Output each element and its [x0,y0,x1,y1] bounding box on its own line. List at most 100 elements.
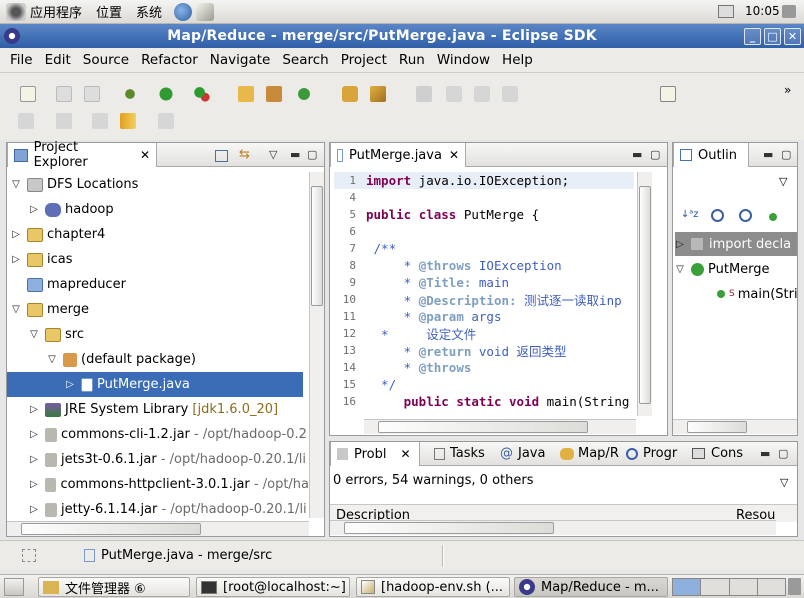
menu-help[interactable]: Help [502,52,533,68]
show-desktop-icon[interactable] [4,578,24,596]
network-tray-icon[interactable] [718,5,734,18]
tab-problems[interactable]: Probl ✕ [330,442,420,466]
minimize-view-icon[interactable]: ▬ [760,447,770,460]
maximize-view-icon[interactable]: ▢ [650,148,660,161]
minimize-window-button[interactable]: _ [744,27,761,45]
close-tab-icon[interactable]: ✕ [140,148,150,162]
run-icon[interactable] [158,86,174,102]
tab-console[interactable]: Cons [692,446,743,461]
scroll-thumb[interactable] [378,421,588,433]
outline-item-method[interactable]: S main(Stri [717,283,799,305]
workspace-1[interactable] [673,579,702,595]
expanded-arrow-icon[interactable]: ▽ [11,179,21,190]
tab-tasks[interactable]: Tasks [434,446,485,461]
menu-file[interactable]: File [10,52,33,68]
collapsed-arrow-icon[interactable]: ▷ [11,254,21,265]
view-menu-icon[interactable]: ▽ [780,476,788,489]
debug-icon[interactable] [122,86,138,102]
tree-item-jar[interactable]: ▷ jets3t-0.6.1.jar - /opt/hadoop-0.20.1/l… [7,447,309,472]
block-select-icon[interactable] [474,86,490,102]
editor-vscrollbar[interactable] [637,172,652,416]
menu-refactor[interactable]: Refactor [141,52,198,68]
tree-item-chapter4[interactable]: ▷ chapter4 [7,222,309,247]
tab-mapreduce[interactable]: Map/R [560,446,619,461]
tab-javadoc[interactable]: @ Java [500,446,545,461]
workspace-2[interactable] [701,579,730,595]
workspace-3[interactable] [729,579,758,595]
open-perspective-icon[interactable] [660,86,676,102]
hide-fields-icon[interactable] [711,209,724,222]
outline-item-imports[interactable]: ▷ import decla [675,232,797,256]
scroll-thumb[interactable] [311,186,323,306]
outline-tab[interactable]: Outlin [673,143,749,167]
last-edit-icon[interactable] [92,113,108,129]
new-java-project-icon[interactable] [238,86,254,102]
browser-launcher-icon[interactable] [174,2,193,21]
collapsed-arrow-icon[interactable]: ▷ [675,239,685,250]
tree-item-putmerge-java[interactable]: ▷ PutMerge.java [7,372,303,397]
gnome-foot-icon[interactable] [6,2,26,21]
project-tree-hscrollbar[interactable] [7,521,309,536]
scroll-thumb[interactable] [687,421,747,433]
menu-project[interactable]: Project [341,52,387,68]
next-annotation-icon[interactable] [18,113,34,129]
tree-item-dfs-locations[interactable]: ▽ DFS Locations [7,172,309,197]
menu-window[interactable]: Window [437,52,490,68]
tree-item-jre-library[interactable]: ▷ JRE System Library [jdk1.6.0_20] [7,397,309,422]
collapsed-arrow-icon[interactable]: ▷ [29,454,39,465]
outline-hscrollbar[interactable] [673,419,797,434]
minimize-view-icon[interactable]: ▬ [763,148,773,161]
expanded-arrow-icon[interactable]: ▽ [47,354,57,365]
tree-item-jar[interactable]: ▷ commons-cli-1.2.jar - /opt/hadoop-0.2 [7,422,309,447]
scroll-thumb[interactable] [21,523,201,535]
editor-tab-putmerge[interactable]: PutMerge.java ✕ [330,143,466,167]
external-tools-icon[interactable] [194,86,210,102]
open-type-icon[interactable] [342,86,358,102]
maximize-view-icon[interactable]: ▢ [781,148,791,161]
outline-item-class[interactable]: ▽ PutMerge [675,258,797,280]
collapsed-arrow-icon[interactable]: ▷ [11,229,21,240]
tree-item-default-package[interactable]: ▽ (default package) [7,347,309,372]
maximize-view-icon[interactable]: ▢ [778,447,788,460]
menu-edit[interactable]: Edit [45,52,71,68]
tree-item-hadoop[interactable]: ▷ hadoop [7,197,309,222]
hide-static-icon[interactable] [739,209,752,222]
minimize-view-icon[interactable]: ▬ [632,148,642,161]
view-menu-icon[interactable]: ▽ [779,175,787,188]
editor-launcher-icon[interactable] [196,2,215,21]
fast-view-icon[interactable] [22,549,36,562]
toolbar-overflow-icon[interactable]: » [784,83,791,97]
back-icon[interactable] [120,113,136,129]
tree-item-mapreducer[interactable]: mapreducer [7,272,309,297]
collapsed-arrow-icon[interactable]: ▷ [29,504,39,515]
collapsed-arrow-icon[interactable]: ▷ [29,479,39,490]
volume-tray-icon[interactable] [782,5,796,18]
new-package-icon[interactable] [266,86,282,102]
collapsed-arrow-icon[interactable]: ▷ [29,404,39,415]
search-tool-icon[interactable] [370,86,386,102]
menu-run[interactable]: Run [399,52,425,68]
tree-item-jar[interactable]: ▷ jetty-6.1.14.jar - /opt/hadoop-0.20.1/l… [7,497,309,517]
tree-item-src[interactable]: ▽ src [7,322,309,347]
pin-icon[interactable] [446,86,462,102]
workspace-switcher[interactable] [672,578,786,596]
expanded-arrow-icon[interactable]: ▽ [29,329,39,340]
editor-hscrollbar[interactable] [364,419,636,434]
forward-icon[interactable] [158,113,174,129]
new-wizard-icon[interactable] [20,86,36,102]
view-menu-icon[interactable]: ▽ [269,148,277,161]
scroll-thumb[interactable] [344,522,554,534]
places-menu[interactable]: 位置 [96,2,122,21]
taskbar-item-editor[interactable]: [hadoop-env.sh (... [356,577,510,597]
scroll-thumb[interactable] [639,186,651,404]
show-whitespace-icon[interactable] [502,86,518,102]
tree-item-jar[interactable]: ▷ commons-httpclient-3.0.1.jar - /opt/ha [7,472,309,497]
clock[interactable]: 10:05 [745,4,780,18]
system-menu[interactable]: 系统 [136,2,162,21]
maximize-view-icon[interactable]: ▢ [307,148,317,161]
sort-icon[interactable]: ↓ᵃz [681,209,699,220]
collapsed-arrow-icon[interactable]: ▷ [29,204,39,215]
collapse-all-icon[interactable] [215,150,228,162]
new-class-icon[interactable] [296,86,312,102]
link-with-editor-icon[interactable]: ⇆ [239,147,250,162]
